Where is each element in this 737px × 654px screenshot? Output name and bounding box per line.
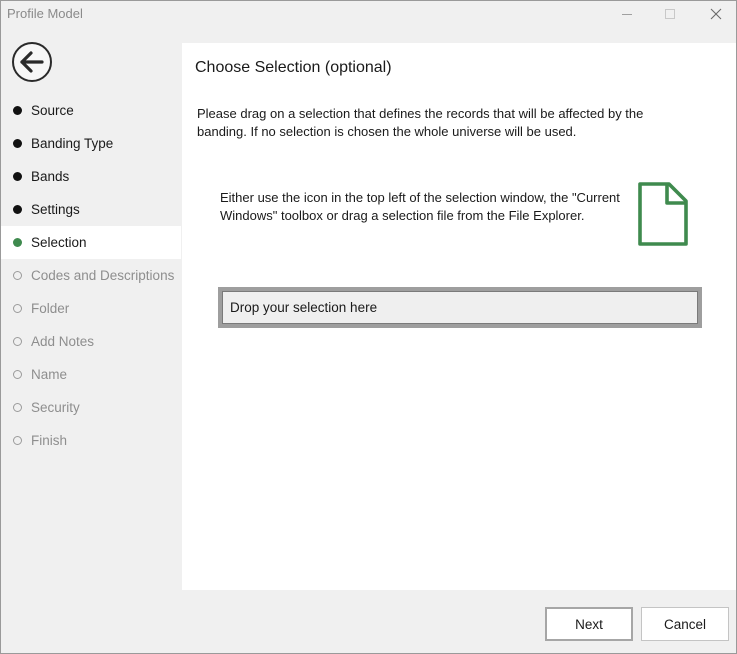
step-settings[interactable]: Settings bbox=[1, 193, 181, 226]
step-pending-dot-icon bbox=[13, 304, 22, 313]
step-codes-and-descriptions: Codes and Descriptions bbox=[1, 259, 181, 292]
step-label: Folder bbox=[31, 301, 70, 316]
step-label: Name bbox=[31, 367, 68, 382]
step-pending-dot-icon bbox=[13, 436, 22, 445]
step-pending-dot-icon bbox=[13, 370, 22, 379]
step-label: Settings bbox=[31, 202, 80, 217]
minimize-icon bbox=[622, 14, 632, 15]
drop-zone-label: Drop your selection here bbox=[222, 291, 698, 324]
step-pending-dot-icon bbox=[13, 271, 22, 280]
step-security: Security bbox=[1, 391, 181, 424]
step-label: Source bbox=[31, 103, 74, 118]
step-label: Bands bbox=[31, 169, 70, 184]
selection-drop-zone[interactable]: Drop your selection here bbox=[218, 287, 702, 328]
selection-instructions: Either use the icon in the top left of t… bbox=[220, 190, 620, 223]
step-label: Security bbox=[31, 400, 80, 415]
next-button[interactable]: Next bbox=[545, 607, 633, 641]
minimize-button[interactable] bbox=[604, 1, 650, 27]
step-label: Codes and Descriptions bbox=[31, 268, 175, 283]
close-button[interactable] bbox=[693, 1, 737, 27]
step-active-dot-icon bbox=[13, 238, 22, 247]
title-bar: Profile Model bbox=[1, 1, 736, 27]
step-source[interactable]: Source bbox=[1, 94, 181, 127]
step-folder: Folder bbox=[1, 292, 181, 325]
step-complete-dot-icon bbox=[13, 205, 22, 214]
page-title: Choose Selection (optional) bbox=[195, 59, 392, 76]
step-label: Finish bbox=[31, 433, 68, 448]
cancel-button[interactable]: Cancel bbox=[641, 607, 729, 641]
step-label: Add Notes bbox=[31, 334, 95, 349]
selection-step-panel: Choose Selection (optional) Please drag … bbox=[182, 43, 736, 590]
step-finish: Finish bbox=[1, 424, 181, 457]
wizard-step-nav: Source Banding Type Bands Settings Selec… bbox=[1, 94, 181, 457]
step-pending-dot-icon bbox=[13, 403, 22, 412]
step-name: Name bbox=[1, 358, 181, 391]
step-selection[interactable]: Selection bbox=[1, 226, 181, 259]
window-title: Profile Model bbox=[7, 6, 83, 21]
maximize-button[interactable] bbox=[647, 1, 693, 27]
step-label: Banding Type bbox=[31, 136, 114, 151]
step-complete-dot-icon bbox=[13, 139, 22, 148]
step-label: Selection bbox=[31, 235, 87, 250]
step-description: Please drag on a selection that defines … bbox=[197, 106, 644, 139]
step-pending-dot-icon bbox=[13, 337, 22, 346]
step-complete-dot-icon bbox=[13, 172, 22, 181]
file-icon bbox=[638, 182, 688, 246]
back-button[interactable] bbox=[11, 42, 53, 84]
step-add-notes: Add Notes bbox=[1, 325, 181, 358]
close-icon bbox=[710, 8, 722, 20]
back-arrow-icon bbox=[12, 42, 52, 82]
profile-model-window: Profile Model Source Banding Type Bands … bbox=[0, 0, 737, 654]
step-complete-dot-icon bbox=[13, 106, 22, 115]
maximize-icon bbox=[665, 9, 675, 19]
step-banding-type[interactable]: Banding Type bbox=[1, 127, 181, 160]
step-bands[interactable]: Bands bbox=[1, 160, 181, 193]
